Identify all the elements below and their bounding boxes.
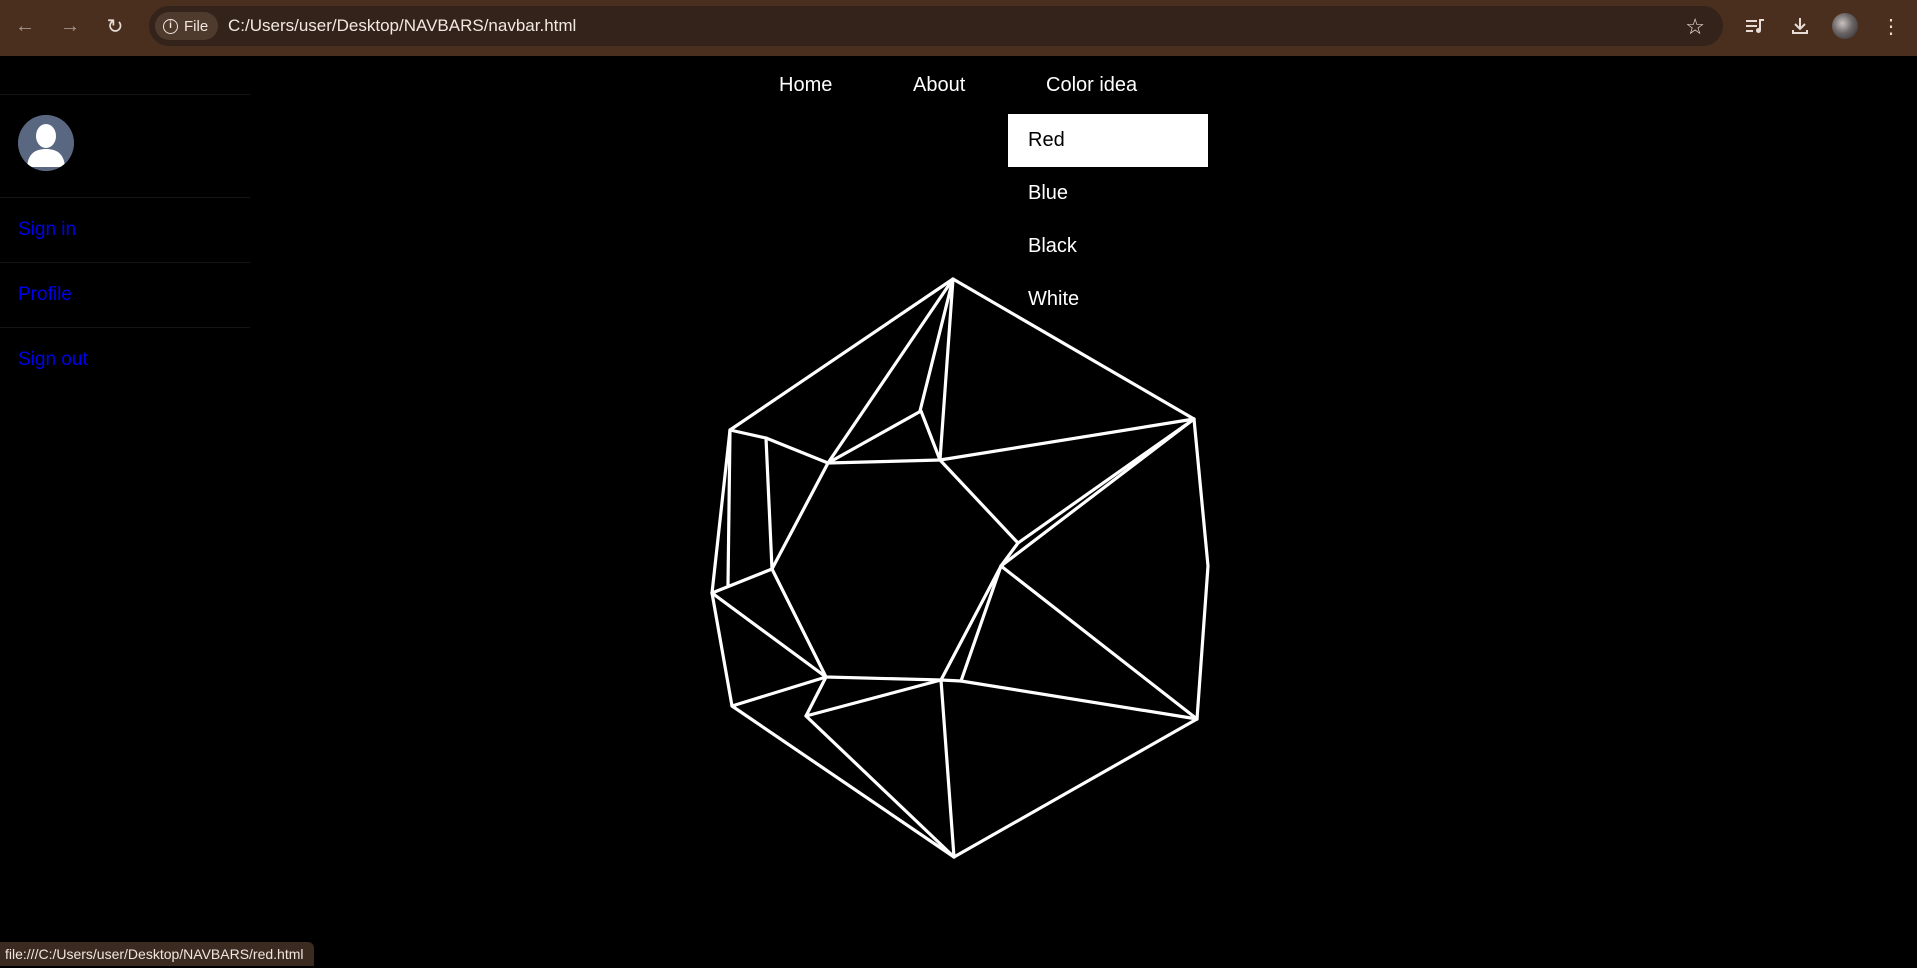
browser-profile-avatar[interactable] (1832, 13, 1858, 39)
site-info-chip[interactable]: i File (155, 12, 219, 40)
bookmark-star-icon[interactable]: ☆ (1685, 14, 1705, 40)
dropdown-item-red[interactable]: Red (1008, 114, 1208, 167)
download-icon[interactable] (1788, 14, 1812, 38)
nav-home[interactable]: Home (779, 74, 832, 97)
browser-toolbar: ← → ↻ i File C:/Users/user/Desktop/NAVBA… (0, 0, 1917, 56)
dropdown-item-blue[interactable]: Blue (1008, 167, 1208, 220)
sidebar-divider (0, 94, 250, 95)
nav-color-idea[interactable]: Color idea (1046, 74, 1137, 97)
page-body: Sign in Profile Sign out Home About Colo… (0, 56, 1917, 968)
sidebar-divider (0, 197, 250, 198)
color-dropdown-menu: Red Blue Black White (1008, 114, 1208, 326)
url-text[interactable]: C:/Users/user/Desktop/NAVBARS/navbar.htm… (228, 16, 576, 36)
user-avatar-icon (18, 115, 74, 171)
address-bar[interactable]: i File C:/Users/user/Desktop/NAVBARS/nav… (149, 6, 1723, 46)
info-icon: i (163, 18, 178, 34)
back-arrow-icon[interactable]: ← (13, 14, 37, 38)
nav-about[interactable]: About (913, 74, 965, 97)
media-queue-icon[interactable] (1743, 14, 1767, 38)
sidebar-divider (0, 262, 250, 263)
reload-icon[interactable]: ↻ (103, 14, 127, 38)
sidebar-link-sign-out[interactable]: Sign out (18, 349, 88, 371)
status-bar-url: file:///C:/Users/user/Desktop/NAVBARS/re… (0, 942, 314, 966)
sidebar-link-sign-in[interactable]: Sign in (18, 219, 76, 241)
sidebar-link-profile[interactable]: Profile (18, 284, 72, 306)
dropdown-item-black[interactable]: Black (1008, 220, 1208, 273)
more-menu-icon[interactable]: ⋮ (1879, 14, 1903, 38)
dropdown-item-white[interactable]: White (1008, 273, 1208, 326)
sidebar: Sign in Profile Sign out (0, 56, 250, 968)
site-info-label: File (184, 17, 209, 35)
sidebar-divider (0, 327, 250, 328)
forward-arrow-icon[interactable]: → (58, 14, 82, 38)
wireframe-polyhedron-graphic (710, 277, 1210, 859)
